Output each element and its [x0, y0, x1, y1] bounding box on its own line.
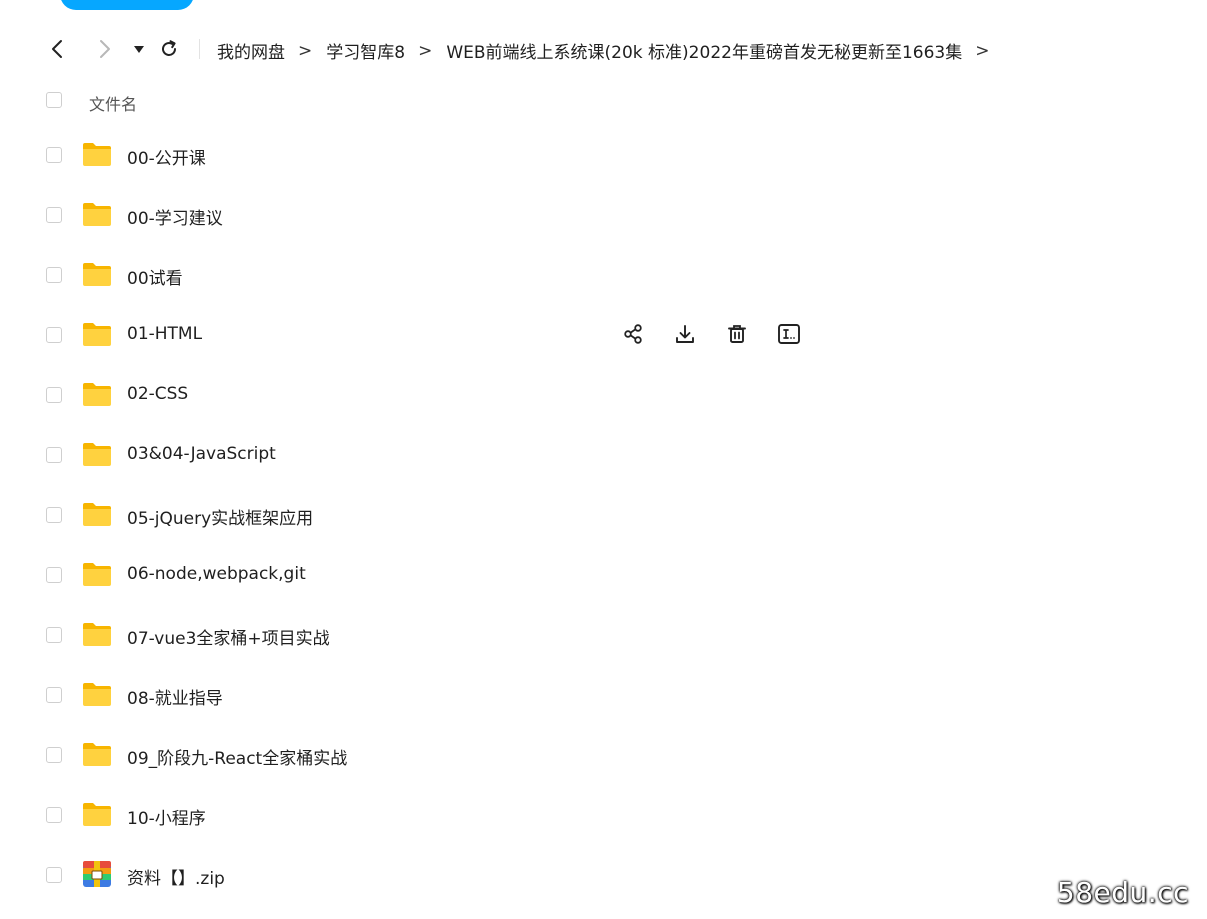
folder-icon: [81, 259, 113, 289]
breadcrumb-item-library[interactable]: 学习智库8: [326, 38, 405, 63]
file-row[interactable]: 00试看: [0, 245, 1207, 305]
chevron-left-icon: [52, 40, 62, 58]
folder-icon: [81, 739, 113, 769]
row-checkbox[interactable]: [46, 627, 62, 643]
select-all-checkbox[interactable]: [46, 92, 62, 108]
breadcrumb: 我的网盘 > 学习智库8 > WEB前端线上系统课(20k 标准)2022年重磅…: [217, 38, 1003, 64]
folder-icon: [81, 139, 113, 169]
row-checkbox[interactable]: [46, 807, 62, 823]
file-row[interactable]: 10-小程序: [0, 785, 1207, 845]
share-button[interactable]: [620, 320, 646, 348]
row-checkbox[interactable]: [46, 567, 62, 583]
forward-button[interactable]: [89, 34, 119, 64]
watermark: 58edu.cc: [1056, 876, 1189, 909]
row-checkbox[interactable]: [46, 207, 62, 223]
file-name[interactable]: 00-学习建议: [127, 204, 223, 229]
breadcrumb-separator: >: [418, 40, 433, 61]
file-row[interactable]: 08-就业指导: [0, 665, 1207, 725]
rename-icon: [777, 323, 801, 345]
folder-icon: [81, 799, 113, 829]
history-dropdown-button[interactable]: [124, 34, 154, 64]
list-header: 文件名: [0, 84, 1207, 118]
zip-archive-icon: [81, 859, 113, 889]
file-name[interactable]: 08-就业指导: [127, 684, 223, 709]
row-checkbox[interactable]: [46, 747, 62, 763]
file-name[interactable]: 09_阶段九-React全家桶实战: [127, 744, 347, 769]
refresh-button[interactable]: [154, 34, 184, 64]
folder-icon: [81, 319, 113, 349]
share-icon: [622, 323, 644, 345]
folder-icon: [81, 619, 113, 649]
row-checkbox[interactable]: [46, 147, 62, 163]
file-name[interactable]: 06-node,webpack,git: [127, 564, 306, 584]
file-row[interactable]: 06-node,webpack,git: [0, 545, 1207, 605]
download-icon: [674, 323, 696, 345]
folder-icon: [81, 439, 113, 469]
folder-icon: [81, 679, 113, 709]
file-name[interactable]: 05-jQuery实战框架应用: [127, 504, 313, 529]
row-checkbox[interactable]: [46, 687, 62, 703]
file-browser-page: 我的网盘 > 学习智库8 > WEB前端线上系统课(20k 标准)2022年重磅…: [0, 0, 1207, 919]
file-row[interactable]: 01-HTML: [0, 305, 1207, 365]
folder-icon: [81, 559, 113, 589]
file-row[interactable]: 00-学习建议: [0, 185, 1207, 245]
breadcrumb-item-my-drive[interactable]: 我的网盘: [217, 38, 285, 63]
file-row[interactable]: 07-vue3全家桶+项目实战: [0, 605, 1207, 665]
row-actions: [620, 320, 802, 348]
file-name[interactable]: 10-小程序: [127, 804, 206, 829]
file-name[interactable]: 03&04-JavaScript: [127, 444, 276, 464]
download-button[interactable]: [672, 320, 698, 348]
folder-icon: [81, 499, 113, 529]
filename-column-header[interactable]: 文件名: [89, 91, 137, 115]
file-name[interactable]: 01-HTML: [127, 324, 202, 344]
caret-down-icon: [134, 46, 144, 53]
file-name[interactable]: 00试看: [127, 264, 183, 289]
file-row[interactable]: 03&04-JavaScript: [0, 425, 1207, 485]
file-row[interactable]: 05-jQuery实战框架应用: [0, 485, 1207, 545]
back-button[interactable]: [43, 34, 73, 64]
file-name[interactable]: 02-CSS: [127, 384, 188, 404]
upload-button[interactable]: [60, 0, 194, 10]
breadcrumb-item-current-folder[interactable]: WEB前端线上系统课(20k 标准)2022年重磅首发无秘更新至1663集: [446, 38, 962, 63]
rename-button[interactable]: [776, 320, 802, 348]
breadcrumb-separator: >: [298, 40, 313, 61]
delete-icon: [726, 323, 748, 345]
nav-divider: [199, 39, 200, 59]
breadcrumb-separator: >: [975, 40, 990, 61]
file-row[interactable]: 02-CSS: [0, 365, 1207, 425]
file-name[interactable]: 资料【】.zip: [127, 864, 225, 889]
refresh-icon: [162, 40, 176, 56]
file-name[interactable]: 07-vue3全家桶+项目实战: [127, 624, 330, 649]
row-checkbox[interactable]: [46, 507, 62, 523]
row-checkbox[interactable]: [46, 327, 62, 343]
file-row[interactable]: 00-公开课: [0, 125, 1207, 185]
file-name[interactable]: 00-公开课: [127, 144, 206, 169]
row-checkbox[interactable]: [46, 267, 62, 283]
file-row[interactable]: 09_阶段九-React全家桶实战: [0, 725, 1207, 785]
row-checkbox[interactable]: [46, 447, 62, 463]
row-checkbox[interactable]: [46, 387, 62, 403]
navigation-bar: 我的网盘 > 学习智库8 > WEB前端线上系统课(20k 标准)2022年重磅…: [0, 30, 1207, 68]
chevron-right-icon: [100, 40, 110, 58]
folder-icon: [81, 379, 113, 409]
file-list: 00-公开课 00-学习建议 00试看 01-HTML 02-CSS 03&04…: [0, 125, 1207, 905]
folder-icon: [81, 199, 113, 229]
row-checkbox[interactable]: [46, 867, 62, 883]
delete-button[interactable]: [724, 320, 750, 348]
file-row[interactable]: 资料【】.zip: [0, 845, 1207, 905]
